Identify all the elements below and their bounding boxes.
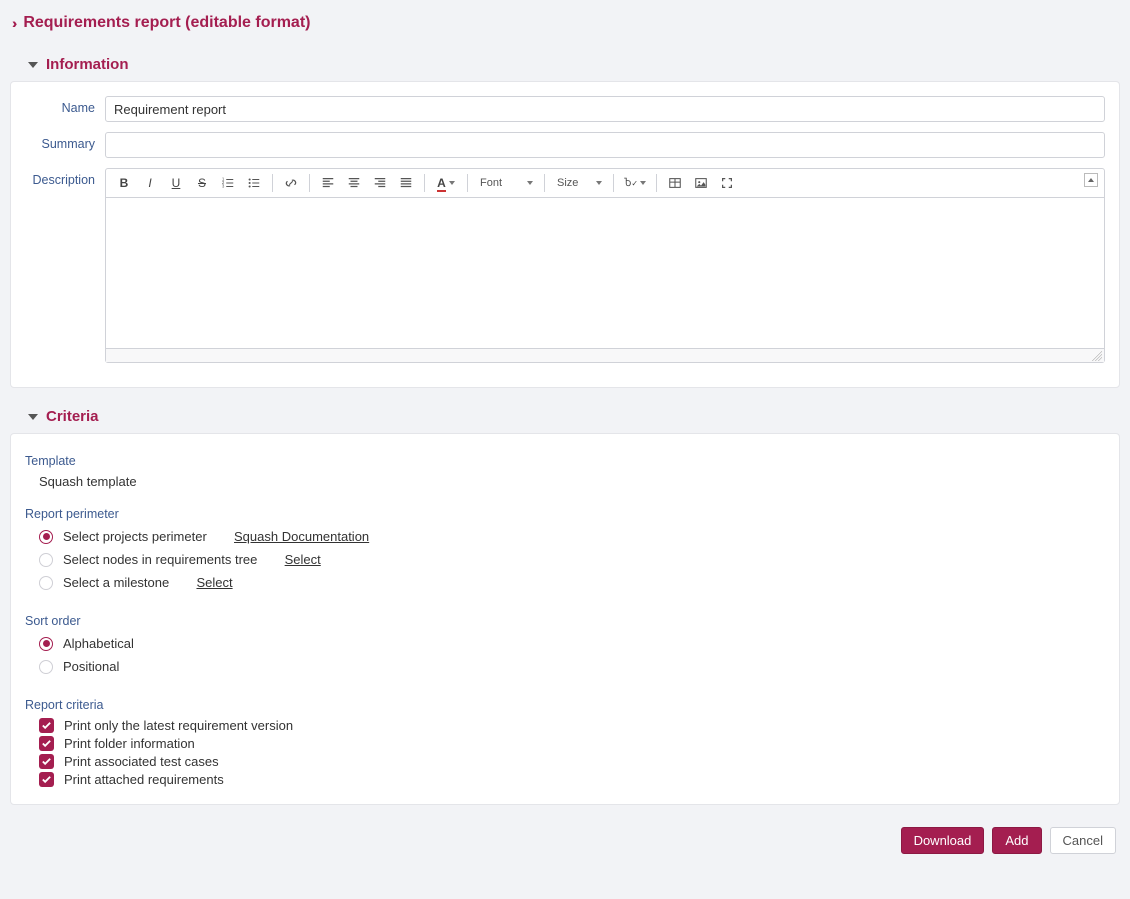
table-icon[interactable] — [663, 172, 687, 194]
align-center-icon[interactable] — [342, 172, 366, 194]
svg-text:3: 3 — [222, 183, 225, 188]
section-toggle-information[interactable]: Information — [10, 46, 1120, 81]
criteria-panel: Template Squash template Report perimete… — [10, 433, 1120, 805]
ordered-list-icon[interactable]: 123 — [216, 172, 240, 194]
expand-icon[interactable]: ›› — [12, 15, 13, 31]
text-color-icon[interactable]: A — [431, 172, 461, 194]
section-title-criteria: Criteria — [46, 408, 99, 425]
strike-icon[interactable]: S — [190, 172, 214, 194]
section-toggle-criteria[interactable]: Criteria — [10, 398, 1120, 433]
radio-icon[interactable] — [39, 637, 53, 651]
radio-icon[interactable] — [39, 530, 53, 544]
template-value: Squash template — [39, 474, 1105, 489]
template-label: Template — [25, 454, 1105, 468]
page-title: Requirements report (editable format) — [23, 14, 310, 32]
name-input[interactable] — [105, 96, 1105, 122]
perimeter-label: Report perimeter — [25, 507, 1105, 521]
description-textarea[interactable] — [106, 198, 1104, 348]
check-latest-version[interactable]: Print only the latest requirement versio… — [39, 718, 1105, 733]
maximize-icon[interactable] — [715, 172, 739, 194]
summary-label: Summary — [25, 132, 105, 151]
align-justify-icon[interactable] — [394, 172, 418, 194]
perimeter-option-milestone[interactable]: Select a milestone Select — [39, 575, 1105, 590]
bold-icon[interactable]: B — [112, 172, 136, 194]
radio-label: Positional — [63, 659, 119, 674]
chevron-down-icon — [28, 414, 38, 420]
sort-option-positional[interactable]: Positional — [39, 659, 1105, 674]
checkbox-icon[interactable] — [39, 718, 54, 733]
radio-icon[interactable] — [39, 660, 53, 674]
underline-icon[interactable]: U — [164, 172, 188, 194]
spellcheck-icon[interactable]: Ⴆ✓ — [620, 172, 650, 194]
radio-icon[interactable] — [39, 576, 53, 590]
name-label: Name — [25, 96, 105, 115]
cancel-button[interactable]: Cancel — [1050, 827, 1116, 854]
align-right-icon[interactable] — [368, 172, 392, 194]
summary-input[interactable] — [105, 132, 1105, 158]
radio-label: Select a milestone — [63, 575, 169, 590]
perimeter-option-projects[interactable]: Select projects perimeter Squash Documen… — [39, 529, 1105, 544]
checkbox-icon[interactable] — [39, 772, 54, 787]
checkbox-icon[interactable] — [39, 736, 54, 751]
radio-icon[interactable] — [39, 553, 53, 567]
perimeter-link-projects[interactable]: Squash Documentation — [234, 529, 369, 544]
information-panel: Name Summary Description B I U S — [10, 81, 1120, 388]
check-label: Print associated test cases — [64, 754, 219, 769]
check-label: Print folder information — [64, 736, 195, 751]
sort-label: Sort order — [25, 614, 1105, 628]
align-left-icon[interactable] — [316, 172, 340, 194]
check-label: Print attached requirements — [64, 772, 224, 787]
editor-statusbar — [106, 348, 1104, 362]
check-test-cases[interactable]: Print associated test cases — [39, 754, 1105, 769]
rich-text-editor: B I U S 123 — [105, 168, 1105, 363]
check-folder-info[interactable]: Print folder information — [39, 736, 1105, 751]
check-label: Print only the latest requirement versio… — [64, 718, 293, 733]
criteria-checks-label: Report criteria — [25, 698, 1105, 712]
footer-actions: Download Add Cancel — [10, 815, 1120, 854]
perimeter-link-milestone[interactable]: Select — [196, 575, 232, 590]
perimeter-option-nodes[interactable]: Select nodes in requirements tree Select — [39, 552, 1105, 567]
italic-icon[interactable]: I — [138, 172, 162, 194]
description-label: Description — [25, 168, 105, 187]
radio-label: Select nodes in requirements tree — [63, 552, 257, 567]
unordered-list-icon[interactable] — [242, 172, 266, 194]
font-select[interactable]: Font — [474, 172, 538, 194]
size-select[interactable]: Size — [551, 172, 607, 194]
check-attached-reqs[interactable]: Print attached requirements — [39, 772, 1105, 787]
image-icon[interactable] — [689, 172, 713, 194]
link-icon[interactable] — [279, 172, 303, 194]
perimeter-link-nodes[interactable]: Select — [285, 552, 321, 567]
resize-handle-icon[interactable] — [1092, 351, 1102, 361]
chevron-down-icon — [28, 62, 38, 68]
toolbar-collapse-icon[interactable] — [1084, 173, 1098, 187]
add-button[interactable]: Add — [992, 827, 1041, 854]
sort-option-alphabetical[interactable]: Alphabetical — [39, 636, 1105, 651]
checkbox-icon[interactable] — [39, 754, 54, 769]
download-button[interactable]: Download — [901, 827, 985, 854]
section-title-information: Information — [46, 56, 129, 73]
radio-label: Select projects perimeter — [63, 529, 207, 544]
radio-label: Alphabetical — [63, 636, 134, 651]
editor-toolbar: B I U S 123 — [106, 169, 1104, 198]
